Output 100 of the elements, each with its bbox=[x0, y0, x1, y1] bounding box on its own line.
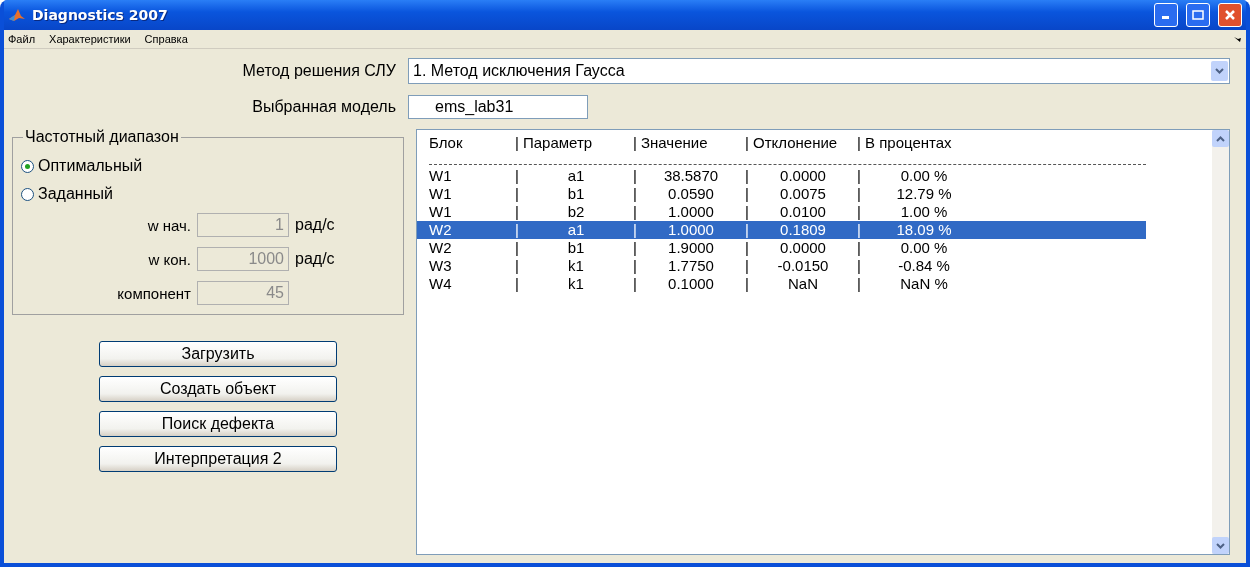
separator-text: | bbox=[744, 134, 750, 152]
scrollbar[interactable] bbox=[1212, 130, 1229, 554]
field-label: w нач. bbox=[146, 216, 192, 234]
close-button[interactable] bbox=[1218, 3, 1242, 27]
row-cell-text: 0.0000 bbox=[779, 167, 827, 185]
app-logo-icon bbox=[8, 7, 26, 23]
menu-item[interactable]: Файл bbox=[8, 33, 36, 45]
radio-icon[interactable] bbox=[21, 187, 34, 201]
separator-text: | bbox=[744, 203, 750, 221]
list-row[interactable]: W2 | a1 | 1.0000 | 0.1809 | 18.09 % bbox=[417, 221, 1146, 239]
row-cell-text: 1.7750 bbox=[667, 257, 715, 275]
close-icon[interactable] bbox=[1224, 9, 1236, 21]
menu-item[interactable]: Справка bbox=[144, 33, 188, 45]
separator-text: | bbox=[856, 275, 862, 293]
row-cell-text: W4 bbox=[429, 275, 453, 293]
row-cell-text: 0.0000 bbox=[779, 239, 827, 257]
results-list[interactable] bbox=[416, 129, 1230, 555]
row-cell-text: W3 bbox=[429, 257, 453, 275]
separator-text: | bbox=[856, 185, 862, 203]
list-row[interactable]: W4 | k1 | 0.1000 | NaN | NaN % bbox=[417, 275, 1146, 293]
row-cell-text: b1 bbox=[566, 239, 586, 257]
row-cell-text: 0.0075 bbox=[779, 185, 827, 203]
separator-text: | bbox=[632, 167, 638, 185]
row-cell-text: 1.00 % bbox=[899, 203, 949, 221]
action-button[interactable]: Создать объект bbox=[99, 376, 337, 402]
method-label: Метод решения СЛУ bbox=[241, 62, 397, 80]
field-label: компонент bbox=[116, 284, 192, 302]
dock-arrow-icon[interactable] bbox=[1234, 36, 1242, 42]
row-cell-text: 38.5870 bbox=[662, 167, 720, 185]
separator-text: | bbox=[856, 203, 862, 221]
action-button[interactable]: Загрузить bbox=[99, 341, 337, 367]
column-header: Блок bbox=[429, 134, 464, 152]
separator-text: | bbox=[514, 239, 520, 257]
radio-option[interactable]: Заданный bbox=[21, 180, 403, 208]
separator-text: | bbox=[856, 221, 862, 239]
radio-icon[interactable] bbox=[21, 159, 34, 173]
separator-text: | bbox=[514, 275, 520, 293]
scroll-up-icon[interactable] bbox=[1212, 130, 1229, 147]
window-title: Diagnostics 2007 bbox=[32, 7, 168, 23]
separator-text: | bbox=[514, 221, 520, 239]
maximize-button[interactable] bbox=[1186, 3, 1210, 27]
row-cell-text: a1 bbox=[566, 167, 586, 185]
action-button[interactable]: Поиск дефекта bbox=[99, 411, 337, 437]
separator-text: | bbox=[632, 185, 638, 203]
row-cell-text: NaN % bbox=[899, 275, 949, 293]
row-cell-text: k1 bbox=[567, 275, 585, 293]
separator-text: | bbox=[632, 275, 638, 293]
separator-text: | bbox=[632, 203, 638, 221]
model-label: Выбранная модель bbox=[251, 98, 397, 116]
method-dropdown[interactable]: 1. Метод исключения Гаусса bbox=[408, 58, 1230, 84]
row-cell-text: 0.00 % bbox=[899, 167, 949, 185]
separator-text: | bbox=[744, 221, 750, 239]
separator-text: | bbox=[856, 134, 862, 152]
list-row[interactable]: W2 | b1 | 1.9000 | 0.0000 | 0.00 % bbox=[417, 239, 1146, 257]
row-cell-text: 1.0000 bbox=[667, 203, 715, 221]
separator-text: | bbox=[856, 167, 862, 185]
separator-text: | bbox=[856, 239, 862, 257]
group-title: Частотный диапазон bbox=[23, 128, 181, 146]
list-row[interactable]: W1 | b2 | 1.0000 | 0.0100 | 1.00 % bbox=[417, 203, 1146, 221]
separator-text: | bbox=[632, 257, 638, 275]
radio-option[interactable]: Оптимальный bbox=[21, 152, 403, 180]
list-row[interactable]: W3 | k1 | 1.7750 | -0.0150 | -0.84 % bbox=[417, 257, 1146, 275]
separator-text: | bbox=[514, 203, 520, 221]
separator-text: | bbox=[514, 167, 520, 185]
unit-label: рад/с bbox=[294, 216, 335, 234]
row-cell-text: W1 bbox=[429, 167, 453, 185]
separator-text: | bbox=[744, 257, 750, 275]
row-cell-text: b1 bbox=[566, 185, 586, 203]
scroll-down-icon[interactable] bbox=[1212, 537, 1229, 554]
separator-text: | bbox=[514, 185, 520, 203]
row-cell-text: W1 bbox=[429, 185, 453, 203]
field-label: w кон. bbox=[147, 250, 192, 268]
row-cell-text: 1.9000 bbox=[667, 239, 715, 257]
column-header: В процентах bbox=[865, 134, 953, 152]
separator-text: | bbox=[744, 185, 750, 203]
row-cell-text: W1 bbox=[429, 203, 453, 221]
row-cell-text: NaN bbox=[787, 275, 819, 293]
model-field[interactable]: ems_lab31 bbox=[408, 95, 588, 119]
row-cell-text: 18.09 % bbox=[895, 221, 953, 239]
list-row[interactable]: W1 | b1 | 0.0590 | 0.0075 | 12.79 % bbox=[417, 185, 1146, 203]
row-cell-text: 0.0100 bbox=[779, 203, 827, 221]
row-cell-text: -0.0150 bbox=[776, 257, 830, 275]
row-cell-text: W2 bbox=[429, 221, 453, 239]
separator-text: | bbox=[514, 134, 520, 152]
row-cell-text: a1 bbox=[566, 221, 586, 239]
row-cell-text: 0.1809 bbox=[779, 221, 827, 239]
column-header: Параметр bbox=[523, 134, 594, 152]
minimize-button[interactable] bbox=[1154, 3, 1178, 27]
separator-text: | bbox=[514, 257, 520, 275]
separator-text: | bbox=[632, 239, 638, 257]
row-cell-text: W2 bbox=[429, 239, 453, 257]
action-button[interactable]: Интерпретация 2 bbox=[99, 446, 337, 472]
separator-text: | bbox=[632, 134, 638, 152]
menu-item[interactable]: Характеристики bbox=[49, 33, 131, 45]
separator-text: | bbox=[632, 221, 638, 239]
separator-text: | bbox=[744, 239, 750, 257]
list-row[interactable]: W1 | a1 | 38.5870 | 0.0000 | 0.00 % bbox=[417, 167, 1146, 185]
row-cell-text: 12.79 % bbox=[895, 185, 953, 203]
maximize-icon[interactable] bbox=[1192, 10, 1204, 20]
row-cell-text: 1.0000 bbox=[667, 221, 715, 239]
